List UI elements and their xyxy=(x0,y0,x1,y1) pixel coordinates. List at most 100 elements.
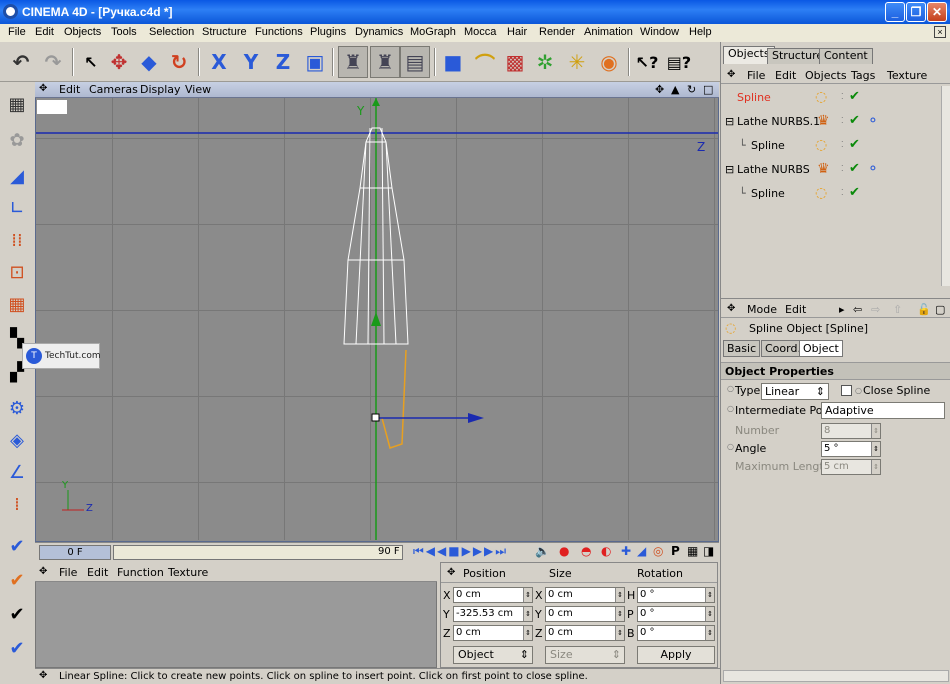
viewport-rotate-icon[interactable]: ↻ xyxy=(687,83,696,96)
up-arrow-icon[interactable]: ⇧ xyxy=(893,303,902,316)
apply-button[interactable]: Apply xyxy=(637,646,715,664)
scale-icon[interactable]: ◆ xyxy=(134,46,164,78)
object-axis-icon[interactable]: ∟ xyxy=(3,194,31,222)
viewport-menu-cameras[interactable]: Cameras xyxy=(89,83,138,96)
object-menu-file[interactable]: File xyxy=(747,69,765,82)
help-info-icon[interactable]: ▤? xyxy=(664,46,694,78)
menu-structure[interactable]: Structure xyxy=(202,26,247,38)
attribute-menu-mode[interactable]: Mode xyxy=(747,303,777,316)
key-pla-icon[interactable]: ▦ xyxy=(687,544,698,558)
lock-icon[interactable]: 🔓 xyxy=(917,303,931,316)
forward-arrow-icon[interactable]: ⇨ xyxy=(871,303,880,316)
coordinate-pin-icon[interactable]: ✥ xyxy=(447,567,455,578)
viewport-menu-view[interactable]: View xyxy=(185,83,211,96)
material-pin-icon[interactable]: ✥ xyxy=(39,566,47,577)
new-attribute-window-icon[interactable]: ▢ xyxy=(935,303,945,316)
object-row[interactable]: Spline ◌ ⁚ ✔ xyxy=(723,86,941,110)
tab-basic[interactable]: Basic xyxy=(723,340,761,357)
attribute-menu-edit[interactable]: Edit xyxy=(785,303,806,316)
tweak-mode-icon[interactable]: ∠ xyxy=(3,458,31,486)
coordinate-mode-select[interactable]: Object ⇕ xyxy=(453,646,533,664)
material-menu-function[interactable]: Function xyxy=(117,566,164,579)
menu-functions[interactable]: Functions xyxy=(255,26,303,38)
solo-icon[interactable]: ✔ xyxy=(3,600,31,628)
size-mode-select[interactable]: Size ⇕ xyxy=(545,646,625,664)
z-axis-icon[interactable]: Z xyxy=(268,46,298,78)
menu-close-icon[interactable]: × xyxy=(934,26,946,38)
size-x-field[interactable]: 0 cm ⇕ xyxy=(545,587,625,603)
enabled-check-icon[interactable]: ✔ xyxy=(849,137,860,152)
type-select[interactable]: Linear ⇕ xyxy=(761,383,829,400)
phong-tag-icon[interactable]: ⚬ xyxy=(867,113,879,129)
viewport-menu-edit[interactable]: Edit xyxy=(59,83,80,96)
pos-z-field[interactable]: 0 cm ⇕ xyxy=(453,625,533,641)
deformer-icon[interactable]: ✳ xyxy=(562,46,592,78)
undo-icon[interactable]: ↶ xyxy=(6,46,36,78)
edges-icon[interactable]: ⊡ xyxy=(3,258,31,286)
viewport-zoom-icon[interactable]: ▲ xyxy=(671,83,679,96)
tab-object[interactable]: Object xyxy=(799,340,843,357)
material-menu-texture[interactable]: Texture xyxy=(168,566,208,579)
attribute-pin-icon[interactable]: ✥ xyxy=(727,303,735,314)
collapse-icon[interactable]: ⊟ xyxy=(725,163,734,176)
menu-dynamics[interactable]: Dynamics xyxy=(355,26,403,38)
object-row[interactable]: └ Spline ◌ ⁚ ✔ xyxy=(723,134,941,158)
rot-h-field[interactable]: 0 ° ⇕ xyxy=(637,587,715,603)
playback-controls-icon[interactable]: ⏮◀◀■▶▶▶⏭ xyxy=(413,544,508,559)
menu-objects[interactable]: Objects xyxy=(64,26,101,38)
menu-mograph[interactable]: MoGraph xyxy=(410,26,456,38)
points-mode-icon[interactable]: ✿ xyxy=(3,126,31,154)
object-row[interactable]: ⊟ Lathe NURBS.1 ♛ ⁚ ✔ ⚬ xyxy=(723,110,941,134)
size-z-field[interactable]: 0 cm ⇕ xyxy=(545,625,625,641)
back-arrow-icon[interactable]: ⇦ xyxy=(853,303,862,316)
menu-window[interactable]: Window xyxy=(640,26,679,38)
object-menu-edit[interactable]: Edit xyxy=(775,69,796,82)
tab-content[interactable]: Content xyxy=(819,48,873,64)
locked-workplane-icon[interactable]: ✔ xyxy=(3,566,31,594)
menu-tools[interactable]: Tools xyxy=(111,26,137,38)
object-menu-texture[interactable]: Texture xyxy=(887,69,927,82)
record-icon[interactable]: ● xyxy=(559,544,569,558)
key-parameter-icon[interactable]: P xyxy=(671,544,680,558)
object-row[interactable]: ⊟ Lathe NURBS ♛ ⁚ ✔ ⚬ xyxy=(723,158,941,182)
phong-tag-icon[interactable]: ⚬ xyxy=(867,161,879,177)
menu-animation[interactable]: Animation xyxy=(584,26,633,38)
animation-mode-icon[interactable]: ⚙ xyxy=(3,394,31,422)
angle-field[interactable]: 5 ° ⇕ xyxy=(821,441,881,457)
scene-icon[interactable]: ◉ xyxy=(594,46,624,78)
viewport-move-icon[interactable]: ✥ xyxy=(655,83,664,96)
close-spline-checkbox[interactable] xyxy=(841,385,852,396)
help-pointer-icon[interactable]: ↖? xyxy=(632,46,662,78)
object-list-scrollbar[interactable] xyxy=(941,86,950,286)
spline-tool-icon[interactable]: ⌒ xyxy=(470,46,500,78)
menu-file[interactable]: File xyxy=(8,26,26,38)
sound-icon[interactable]: 🔈 xyxy=(535,544,550,558)
xray-icon[interactable]: ✔ xyxy=(3,634,31,662)
key-rotation-icon[interactable]: ◎ xyxy=(653,544,663,558)
enabled-check-icon[interactable]: ✔ xyxy=(849,113,860,128)
nurbs-icon[interactable]: ▩ xyxy=(500,46,530,78)
workplane-icon[interactable]: ✔ xyxy=(3,532,31,560)
menu-plugins[interactable]: Plugins xyxy=(310,26,346,38)
menu-selection[interactable]: Selection xyxy=(149,26,194,38)
snap-icon[interactable]: ⁞ xyxy=(3,490,31,518)
autokey-icon[interactable]: ◓ xyxy=(581,544,591,558)
collapse-icon[interactable]: ⊟ xyxy=(725,115,734,128)
intermediate-points-select[interactable]: Adaptive xyxy=(821,402,945,419)
keyframe-selection-icon[interactable]: ◐ xyxy=(601,544,611,558)
viewport-maximize-icon[interactable]: □ xyxy=(703,83,713,96)
render-view-icon[interactable]: ♜ xyxy=(338,46,368,78)
menu-help[interactable]: Help xyxy=(689,26,712,38)
timeline-start-frame[interactable]: 0 F xyxy=(39,545,111,560)
number-field[interactable]: 8 ⇕ xyxy=(821,423,881,439)
rotate-icon[interactable]: ↻ xyxy=(164,46,194,78)
inverse-kinematics-icon[interactable]: ◈ xyxy=(3,426,31,454)
object-pin-icon[interactable]: ✥ xyxy=(727,69,735,80)
timeline-options-icon[interactable]: ◨ xyxy=(703,544,714,558)
menu-render[interactable]: Render xyxy=(539,26,575,38)
enabled-check-icon[interactable]: ✔ xyxy=(849,161,860,176)
pos-x-field[interactable]: 0 cm ⇕ xyxy=(453,587,533,603)
close-button[interactable]: ✕ xyxy=(927,2,947,22)
viewport-layout-icon[interactable]: ▦ xyxy=(3,90,31,118)
y-axis-icon[interactable]: Y xyxy=(236,46,266,78)
